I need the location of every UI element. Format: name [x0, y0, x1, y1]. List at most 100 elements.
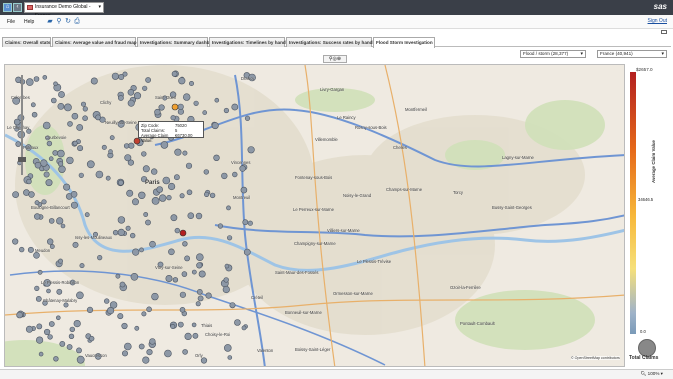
claim-marker[interactable]: [78, 172, 84, 178]
claim-marker[interactable]: [12, 238, 19, 245]
claim-marker[interactable]: [244, 115, 251, 121]
claim-marker[interactable]: [182, 349, 188, 355]
claim-marker[interactable]: [117, 313, 124, 320]
claim-marker[interactable]: [86, 160, 95, 169]
claim-marker[interactable]: [142, 85, 148, 91]
claim-marker[interactable]: [159, 194, 167, 202]
menu-help[interactable]: Help: [24, 19, 34, 25]
peril-filter[interactable]: Flood / storm (28,377) ▾: [520, 50, 586, 58]
claim-marker[interactable]: [151, 292, 159, 301]
country-filter[interactable]: France (40,941) ▾: [597, 50, 667, 58]
claim-marker[interactable]: [33, 252, 40, 259]
claim-marker[interactable]: [70, 201, 78, 209]
claim-marker[interactable]: [191, 322, 197, 328]
claim-marker[interactable]: [63, 183, 71, 191]
claim-marker[interactable]: [204, 191, 210, 197]
claim-marker[interactable]: [122, 350, 129, 357]
home-icon[interactable]: ⌂: [3, 3, 12, 12]
tab-overall-stats[interactable]: Claims: Overall stats: [2, 37, 51, 47]
claim-marker[interactable]: [37, 269, 43, 275]
claim-marker[interactable]: [192, 332, 199, 339]
claim-marker[interactable]: [55, 315, 61, 321]
claim-marker[interactable]: [46, 288, 51, 294]
claim-marker[interactable]: [179, 291, 186, 298]
claim-marker[interactable]: [77, 145, 84, 152]
refresh-icon[interactable]: ↻: [64, 18, 72, 26]
claim-marker[interactable]: [57, 161, 64, 167]
search-icon[interactable]: ⚲: [55, 18, 63, 26]
claim-marker[interactable]: [34, 161, 42, 169]
claim-marker[interactable]: [124, 342, 132, 351]
claim-marker[interactable]: [46, 140, 53, 147]
claim-marker[interactable]: [121, 322, 128, 330]
claim-marker[interactable]: [232, 171, 238, 178]
claim-marker[interactable]: [209, 192, 216, 199]
menu-file[interactable]: File: [7, 19, 15, 25]
claim-marker[interactable]: [124, 154, 132, 162]
claim-marker[interactable]: [182, 241, 188, 247]
claim-marker[interactable]: [101, 144, 107, 150]
claim-marker[interactable]: [108, 149, 113, 154]
claim-marker[interactable]: [184, 255, 190, 262]
claim-marker[interactable]: [141, 151, 147, 157]
claim-marker[interactable]: [203, 169, 210, 175]
claim-marker[interactable]: [196, 253, 204, 261]
tab-timelines-by-handler[interactable]: Investigations: Timelines by handler: [209, 37, 291, 47]
claim-marker[interactable]: [185, 162, 193, 169]
claim-marker[interactable]: [158, 104, 165, 111]
claim-marker[interactable]: [34, 285, 40, 291]
claim-marker[interactable]: [178, 77, 186, 85]
claim-marker[interactable]: [179, 307, 186, 313]
claim-marker[interactable]: [119, 281, 126, 288]
claim-marker[interactable]: [26, 178, 32, 185]
claim-marker[interactable]: [132, 248, 140, 256]
claim-marker[interactable]: [71, 112, 79, 120]
claim-marker[interactable]: [90, 77, 98, 85]
claim-marker[interactable]: [168, 248, 175, 256]
claim-marker[interactable]: [154, 108, 161, 116]
claim-marker[interactable]: [227, 355, 233, 360]
map-attribution[interactable]: © OpenStreetMap contributors: [571, 356, 620, 360]
claim-marker[interactable]: [60, 223, 66, 229]
claim-marker[interactable]: [151, 168, 158, 175]
claim-marker[interactable]: [186, 189, 193, 196]
claim-marker[interactable]: [69, 326, 76, 333]
claim-marker[interactable]: [162, 176, 171, 185]
claim-marker[interactable]: [166, 195, 172, 201]
claim-marker[interactable]: [117, 228, 125, 236]
claim-marker[interactable]: [16, 311, 23, 319]
claim-marker[interactable]: [173, 174, 180, 181]
claim-marker[interactable]: [133, 137, 141, 145]
claim-marker[interactable]: [40, 159, 48, 167]
claim-marker[interactable]: [50, 97, 57, 104]
claim-marker[interactable]: [191, 269, 197, 275]
claim-marker[interactable]: [134, 325, 140, 331]
claim-marker[interactable]: [138, 191, 146, 200]
claim-marker[interactable]: [76, 291, 84, 300]
claim-marker[interactable]: [197, 295, 204, 302]
claim-marker[interactable]: [45, 179, 53, 187]
claim-marker[interactable]: [229, 302, 236, 309]
claim-marker[interactable]: [139, 247, 144, 253]
claim-marker[interactable]: [164, 349, 172, 358]
folder-icon[interactable]: ▰: [46, 18, 54, 26]
zoom-slider[interactable]: [18, 75, 26, 175]
zoom-icon[interactable]: ⊕: [337, 56, 341, 62]
claim-marker[interactable]: [123, 143, 130, 149]
map-view[interactable]: Drancy Livry-Gargan Colombes Clichy Sain…: [4, 64, 625, 367]
claim-marker[interactable]: [117, 179, 124, 186]
claim-marker[interactable]: [145, 219, 151, 226]
claim-marker[interactable]: [214, 97, 220, 103]
claim-marker[interactable]: [115, 273, 121, 279]
zoom-level[interactable]: 🔍︎ 100% ▾: [641, 371, 663, 377]
claim-marker[interactable]: [88, 335, 95, 342]
claim-marker[interactable]: [53, 81, 58, 87]
claim-marker[interactable]: [84, 212, 90, 218]
claim-marker[interactable]: [224, 344, 232, 352]
claim-marker[interactable]: [35, 295, 42, 302]
claim-marker[interactable]: [174, 227, 181, 234]
claim-marker[interactable]: [117, 216, 126, 224]
claim-marker[interactable]: [247, 220, 253, 226]
claim-marker[interactable]: [52, 150, 59, 156]
claim-marker[interactable]: [182, 150, 188, 156]
